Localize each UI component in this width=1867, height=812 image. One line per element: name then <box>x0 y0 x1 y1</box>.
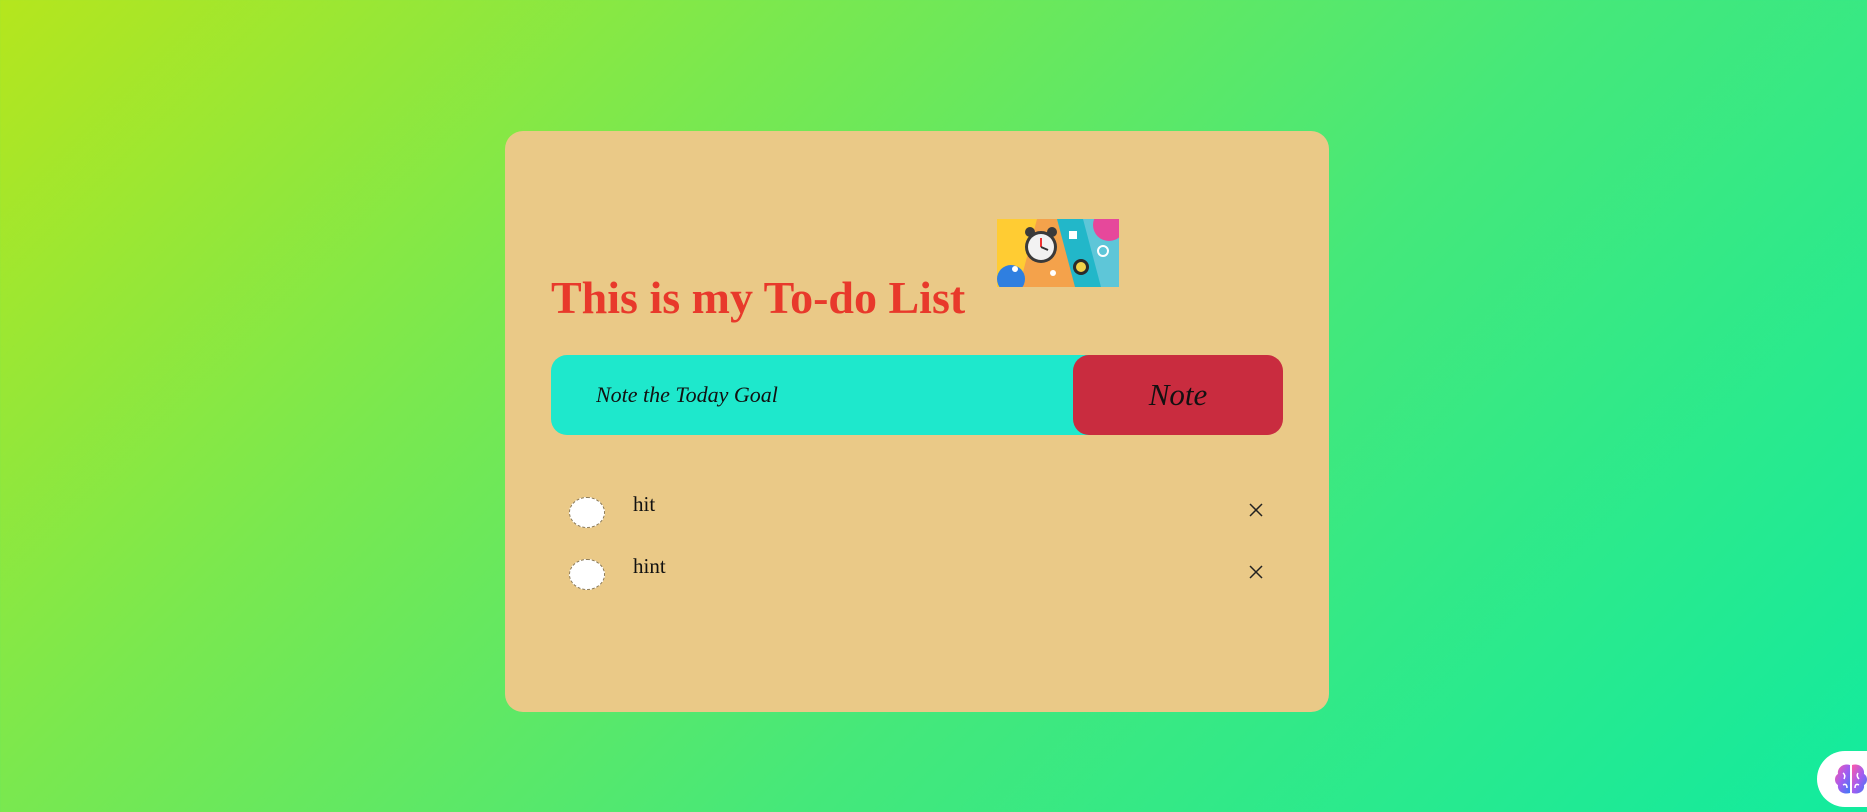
task-checkbox[interactable] <box>569 559 605 590</box>
task-text: hint <box>633 554 666 578</box>
delete-x-glyph <box>1249 565 1263 579</box>
add-task-row: Note <box>551 355 1283 435</box>
page-title: This is my To-do List <box>551 272 966 323</box>
list-item[interactable]: hint <box>569 551 1283 613</box>
brain-icon <box>1835 764 1867 794</box>
delete-x-glyph <box>1249 503 1263 517</box>
task-checkbox[interactable] <box>569 497 605 528</box>
note-button[interactable]: Note <box>1073 355 1283 435</box>
assistant-button[interactable] <box>1817 751 1867 807</box>
task-list: hit hint <box>569 489 1283 613</box>
list-item[interactable]: hit <box>569 489 1283 551</box>
close-icon[interactable] <box>1245 499 1267 521</box>
header-image <box>997 219 1119 287</box>
todo-card: This is my To-do List Note the Today Goa… <box>505 131 1329 712</box>
alarm-clock-illustration <box>997 219 1119 287</box>
task-text: hit <box>633 492 656 516</box>
task-input[interactable] <box>551 355 1111 435</box>
close-icon[interactable] <box>1245 561 1267 583</box>
